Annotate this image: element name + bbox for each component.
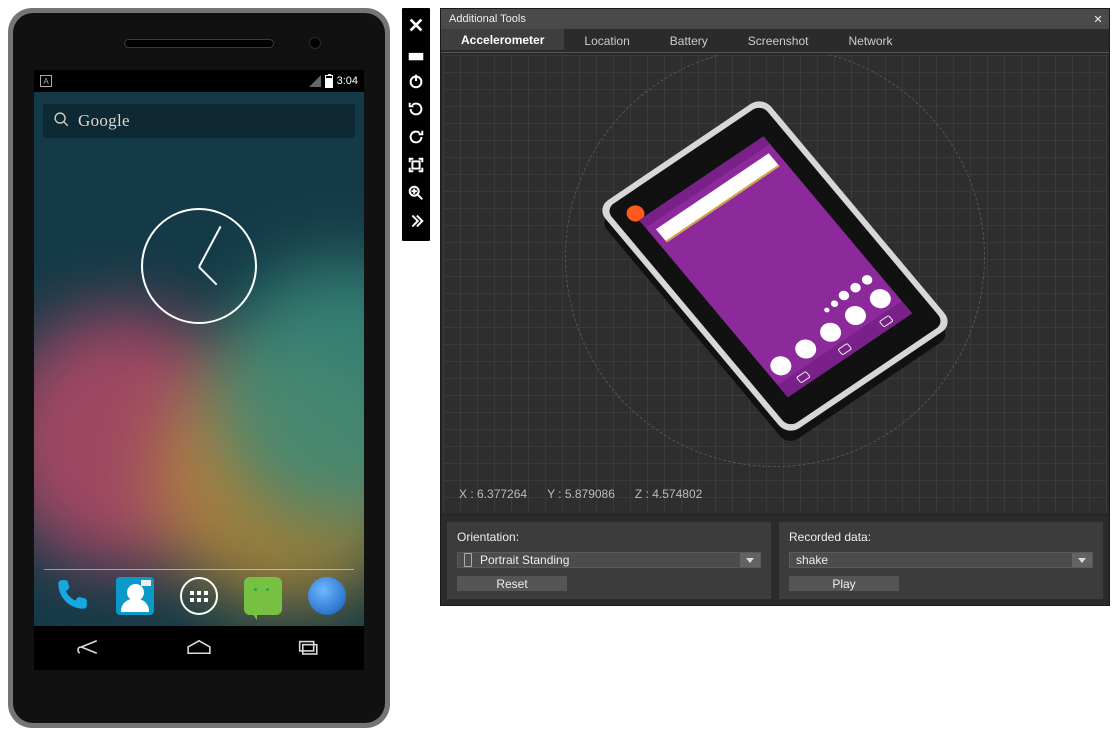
home-button[interactable]: [185, 636, 213, 661]
emulator-toolbar: [402, 8, 430, 241]
search-widget[interactable]: Google: [43, 104, 355, 138]
all-apps-icon[interactable]: [180, 577, 218, 615]
search-placeholder: Google: [78, 111, 130, 131]
tab-network[interactable]: Network: [828, 29, 912, 52]
recents-button[interactable]: [295, 636, 323, 661]
play-button[interactable]: Play: [789, 576, 899, 591]
coord-x: X : 6.377264: [459, 487, 527, 501]
tab-location[interactable]: Location: [564, 29, 649, 52]
recorded-data-select[interactable]: shake: [789, 552, 1093, 568]
device-speaker: [124, 39, 274, 48]
more-icon[interactable]: [402, 207, 430, 235]
recorded-data-value: shake: [796, 553, 828, 567]
coord-z: Z : 4.574802: [635, 487, 702, 501]
accelerometer-stage[interactable]: X : 6.377264 Y : 5.879086 Z : 4.574802: [443, 55, 1107, 513]
chevron-down-icon[interactable]: [740, 553, 760, 567]
tab-screenshot[interactable]: Screenshot: [728, 29, 829, 52]
contacts-app-icon[interactable]: [116, 577, 154, 615]
panel-titlebar[interactable]: Additional Tools ✕: [441, 9, 1109, 29]
tab-battery[interactable]: Battery: [650, 29, 728, 52]
tab-accelerometer[interactable]: Accelerometer: [441, 29, 564, 52]
orientation-select[interactable]: Portrait Standing: [457, 552, 761, 568]
recorded-data-label: Recorded data:: [789, 530, 1093, 544]
clock-minute-hand: [198, 226, 221, 268]
portrait-icon: [464, 553, 472, 567]
messaging-app-icon[interactable]: [244, 577, 282, 615]
device-camera: [309, 37, 321, 49]
device-screen[interactable]: A 3:04 Google: [34, 70, 364, 670]
search-icon: [53, 111, 70, 131]
keyboard-indicator: A: [40, 75, 52, 87]
single-window-icon[interactable]: [402, 39, 430, 67]
back-button[interactable]: [75, 636, 103, 661]
coord-y: Y : 5.879086: [547, 487, 615, 501]
additional-tools-panel: Additional Tools ✕ Accelerometer Locatio…: [440, 8, 1110, 606]
battery-icon: [325, 75, 333, 88]
rotate-ccw-icon[interactable]: [402, 95, 430, 123]
dock-divider: [44, 569, 354, 570]
clock-hour-hand: [198, 266, 217, 285]
panel-bottom-form: Orientation: Portrait Standing Reset Rec…: [441, 515, 1109, 605]
signal-icon: [309, 75, 321, 87]
panel-tabs: Accelerometer Location Battery Screensho…: [441, 29, 1109, 53]
orientation-label: Orientation:: [457, 530, 761, 544]
close-icon[interactable]: [402, 11, 430, 39]
emulator-device-frame: A 3:04 Google: [8, 8, 390, 728]
dock: [44, 574, 354, 618]
analog-clock-widget[interactable]: [141, 208, 257, 324]
device-body: A 3:04 Google: [13, 13, 385, 723]
status-bar[interactable]: A 3:04: [34, 70, 364, 92]
reset-button[interactable]: Reset: [457, 576, 567, 591]
power-icon[interactable]: [402, 67, 430, 95]
fit-screen-icon[interactable]: [402, 151, 430, 179]
chevron-down-icon[interactable]: [1072, 553, 1092, 567]
panel-title-text: Additional Tools: [449, 13, 526, 25]
zoom-icon[interactable]: [402, 179, 430, 207]
recorded-data-group: Recorded data: shake Play: [779, 522, 1103, 599]
clock-text: 3:04: [337, 75, 358, 87]
android-nav-bar: [34, 626, 364, 670]
phone-app-icon[interactable]: [52, 577, 90, 615]
orientation-group: Orientation: Portrait Standing Reset: [447, 522, 771, 599]
panel-close-icon[interactable]: ✕: [1091, 13, 1105, 26]
orientation-value: Portrait Standing: [480, 553, 569, 567]
browser-app-icon[interactable]: [308, 577, 346, 615]
accelerometer-coords: X : 6.377264 Y : 5.879086 Z : 4.574802: [459, 487, 702, 501]
rotate-cw-icon[interactable]: [402, 123, 430, 151]
